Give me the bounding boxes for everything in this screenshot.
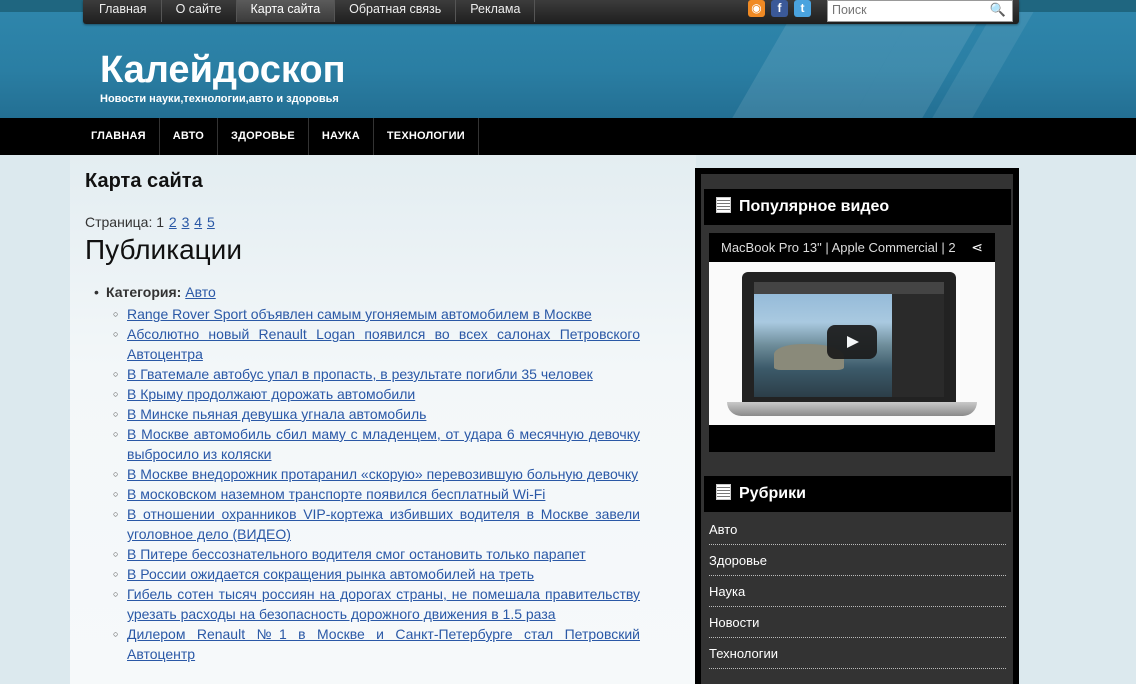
video-thumbnail[interactable] [709, 262, 995, 425]
social-links: ◉ f t [748, 0, 811, 17]
post-link[interactable]: В России ожидается сокращения рынка авто… [127, 566, 534, 582]
list-item: Range Rover Sport объявлен самым угоняем… [113, 304, 640, 324]
post-link[interactable]: Абсолютно новый Renault Logan появился в… [127, 326, 640, 362]
category-nav: ГЛАВНАЯ АВТО ЗДОРОВЬЕ НАУКА ТЕХНОЛОГИИ [78, 118, 479, 155]
rubric-item-auto[interactable]: Авто [709, 515, 1006, 545]
pagination-page-link[interactable]: 4 [194, 214, 202, 230]
category-nav-technology[interactable]: ТЕХНОЛОГИИ [374, 118, 479, 155]
publications-heading: Публикации [85, 234, 242, 265]
screen-toolbar [754, 282, 944, 294]
bullet-icon: • [94, 284, 99, 300]
category-nav-bar: ГЛАВНАЯ АВТО ЗДОРОВЬЕ НАУКА ТЕХНОЛОГИИ [0, 118, 1136, 155]
top-nav-feedback[interactable]: Обратная связь [335, 0, 457, 22]
top-nav: Главная О сайте Карта сайта Обратная свя… [85, 0, 536, 24]
post-link[interactable]: В московском наземном транспорте появилс… [127, 486, 545, 502]
list-item: Абсолютно новый Renault Logan появился в… [113, 324, 640, 364]
rss-icon[interactable]: ◉ [748, 0, 765, 17]
play-icon[interactable] [827, 325, 877, 359]
list-item: Гибель сотен тысяч россиян на дорогах ст… [113, 584, 640, 624]
category-nav-health[interactable]: ЗДОРОВЬЕ [218, 118, 309, 155]
list-item: В отношении охранников VIP-кортежа избив… [113, 504, 640, 544]
pagination: Страница: 1 2 3 4 5 [85, 214, 215, 230]
list-item: В Крыму продолжают дорожать автомобили [113, 384, 640, 404]
rubric-item-science[interactable]: Наука [709, 577, 1006, 607]
top-nav-about[interactable]: О сайте [162, 0, 237, 22]
search-box: 🔍 [827, 0, 1013, 22]
top-nav-home[interactable]: Главная [85, 0, 162, 22]
rubric-item-technology[interactable]: Технологии [709, 639, 1006, 669]
post-link[interactable]: Range Rover Sport объявлен самым угоняем… [127, 306, 592, 322]
post-link[interactable]: Гибель сотен тысяч россиян на дорогах ст… [127, 586, 640, 622]
site-title[interactable]: Калейдоскоп [100, 50, 346, 90]
list-item: В Питере бессознательного водителя смог … [113, 544, 640, 564]
widget-title-text: Популярное видео [739, 198, 890, 215]
post-link[interactable]: В Крыму продолжают дорожать автомобили [127, 386, 415, 402]
pagination-page-link[interactable]: 3 [182, 214, 190, 230]
list-item: В России ожидается сокращения рынка авто… [113, 564, 640, 584]
category-line: • Категория: Авто [94, 284, 216, 300]
list-item: В Москве внедорожник протаранил «скорую»… [113, 464, 640, 484]
top-bar: Главная О сайте Карта сайта Обратная свя… [83, 0, 1019, 24]
widget-title-text: Рубрики [739, 485, 806, 502]
post-link[interactable]: В Гватемале автобус упал в пропасть, в р… [127, 366, 593, 382]
document-icon [716, 484, 731, 500]
rubric-item-news[interactable]: Новости [709, 608, 1006, 638]
post-link[interactable]: В Минске пьяная девушка угнала автомобил… [127, 406, 426, 422]
category-label: Категория: [106, 284, 182, 300]
category-nav-science[interactable]: НАУКА [309, 118, 374, 155]
pagination-current-page: 1 [156, 214, 165, 230]
list-item: В Москве автомобиль сбил маму с младенце… [113, 424, 640, 464]
page-title: Карта сайта [85, 170, 203, 192]
search-icon[interactable]: 🔍 [990, 2, 1006, 18]
document-icon [716, 197, 731, 213]
share-icon[interactable]: ⋖ [971, 239, 983, 256]
top-nav-ads[interactable]: Реклама [456, 0, 536, 22]
widget-title-rubrics: Рубрики [704, 476, 1011, 512]
category-nav-auto[interactable]: АВТО [160, 118, 219, 155]
post-link[interactable]: В Москве внедорожник протаранил «скорую»… [127, 466, 638, 482]
post-list: Range Rover Sport объявлен самым угоняем… [113, 304, 640, 664]
post-link[interactable]: В Питере бессознательного водителя смог … [127, 546, 586, 562]
category-nav-home[interactable]: ГЛАВНАЯ [78, 118, 160, 155]
post-link[interactable]: В Москве автомобиль сбил маму с младенце… [127, 426, 640, 462]
twitter-icon[interactable]: t [794, 0, 811, 17]
site-subtitle: Новости науки,технологии,авто и здоровья [100, 93, 339, 105]
rubric-item-health[interactable]: Здоровье [709, 546, 1006, 576]
video-player[interactable]: MacBook Pro 13" | Apple Commercial | 2 ⋖ [709, 233, 995, 452]
search-input[interactable] [828, 1, 982, 19]
post-link[interactable]: Дилером Renault №1 в Москве и Санкт-Пете… [127, 626, 640, 662]
video-title[interactable]: MacBook Pro 13" | Apple Commercial | 2 [721, 240, 966, 255]
pagination-page-link[interactable]: 2 [169, 214, 177, 230]
screen-panel [892, 294, 944, 397]
list-item: В Гватемале автобус упал в пропасть, в р… [113, 364, 640, 384]
widget-title-popular-video: Популярное видео [704, 189, 1011, 225]
list-item: Дилером Renault №1 в Москве и Санкт-Пете… [113, 624, 640, 664]
rubrics-list: Авто Здоровье Наука Новости Технологии [709, 515, 1006, 670]
pagination-label: Страница: [85, 214, 153, 230]
pagination-page-link[interactable]: 5 [207, 214, 215, 230]
list-item: В Минске пьяная девушка угнала автомобил… [113, 404, 640, 424]
top-nav-sitemap[interactable]: Карта сайта [236, 0, 336, 22]
category-link[interactable]: Авто [185, 284, 216, 300]
list-item: В московском наземном транспорте появилс… [113, 484, 640, 504]
laptop-base [727, 402, 977, 416]
facebook-icon[interactable]: f [771, 0, 788, 17]
post-link[interactable]: В отношении охранников VIP-кортежа избив… [127, 506, 640, 542]
